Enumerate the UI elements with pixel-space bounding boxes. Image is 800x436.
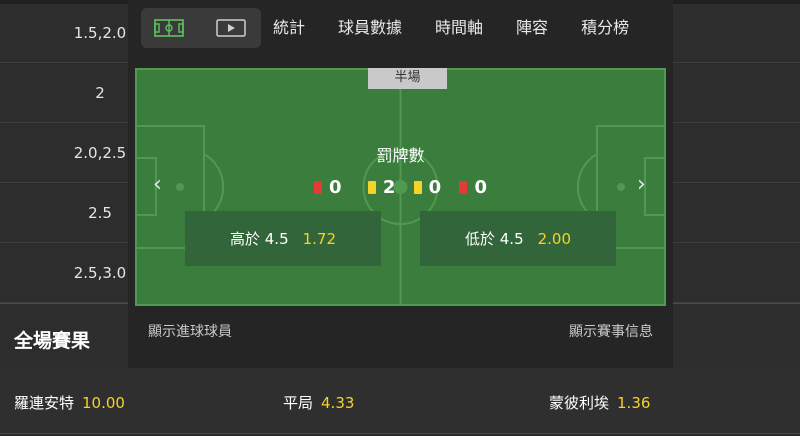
play-icon[interactable]	[215, 16, 247, 40]
chevron-left-icon[interactable]: ‹	[153, 172, 162, 197]
card-stat: 0	[459, 177, 487, 198]
yellow-card-icon	[367, 180, 376, 194]
bet-label: 高於 4.5	[229, 230, 289, 248]
chevron-right-icon[interactable]: ›	[637, 172, 646, 197]
red-card-icon	[459, 180, 468, 194]
card-count: 2	[382, 176, 396, 198]
bet-under-button[interactable]: 低於 4.5 2.00	[420, 211, 616, 266]
card-stat: 0	[413, 176, 442, 198]
outcome-odd: 10.00	[82, 394, 125, 412]
view-toggle	[141, 8, 261, 48]
bet-odd: 1.72	[302, 229, 337, 248]
card-stat: 2	[367, 176, 396, 198]
outcome-home[interactable]: 羅連安特 10.00	[14, 392, 125, 413]
show-match-info-link[interactable]: 顯示賽事信息	[569, 321, 653, 341]
section-title: 全場賽果	[14, 330, 91, 352]
outcome-label: 平局	[283, 394, 314, 412]
red-card-icon	[314, 180, 323, 194]
card-counts: 0 2 0 0	[135, 176, 666, 198]
tab-stats[interactable]: 統計	[273, 14, 305, 38]
bet-over-button[interactable]: 高於 4.5 1.72	[185, 211, 381, 266]
card-count: 0	[329, 176, 342, 198]
match-stats-panel: 統計 球員數據 時間軸 陣容 積分榜 半場 罰牌數 0 2 0 0 ‹ › 高於…	[128, 0, 673, 368]
stat-title: 罰牌數	[376, 146, 425, 165]
bet-odd: 2.00	[537, 229, 572, 248]
tab-timeline[interactable]: 時間軸	[435, 14, 483, 38]
card-count: 0	[474, 176, 487, 198]
bet-label: 低於 4.5	[464, 230, 524, 248]
outcome-away[interactable]: 蒙彼利埃 1.36	[549, 392, 650, 413]
card-stat: 0	[314, 177, 342, 198]
period-badge: 半場	[368, 68, 447, 89]
outcome-label: 蒙彼利埃	[549, 394, 610, 412]
pitch-view: 半場 罰牌數 0 2 0 0 ‹ › 高於 4.5 1.72 低於 4.5 2.00	[135, 68, 666, 306]
pitch-icon[interactable]	[153, 16, 185, 40]
yellow-card-icon	[413, 180, 422, 194]
card-count: 0	[428, 176, 442, 198]
tab-player-data[interactable]: 球員數據	[338, 14, 402, 38]
tab-standings[interactable]: 積分榜	[581, 14, 629, 38]
outcome-odd: 4.33	[321, 394, 355, 412]
outcome-odd: 1.36	[617, 394, 651, 412]
stats-tabs: 統計 球員數據 時間軸 陣容 積分榜	[273, 0, 629, 52]
outcome-label: 羅連安特	[14, 394, 75, 412]
show-scorers-link[interactable]: 顯示進球球員	[148, 321, 232, 341]
full-time-result-row: 羅連安特 10.00 平局 4.33 蒙彼利埃 1.36	[0, 368, 800, 434]
tab-lineups[interactable]: 陣容	[516, 14, 548, 38]
outcome-draw[interactable]: 平局 4.33	[283, 392, 354, 413]
